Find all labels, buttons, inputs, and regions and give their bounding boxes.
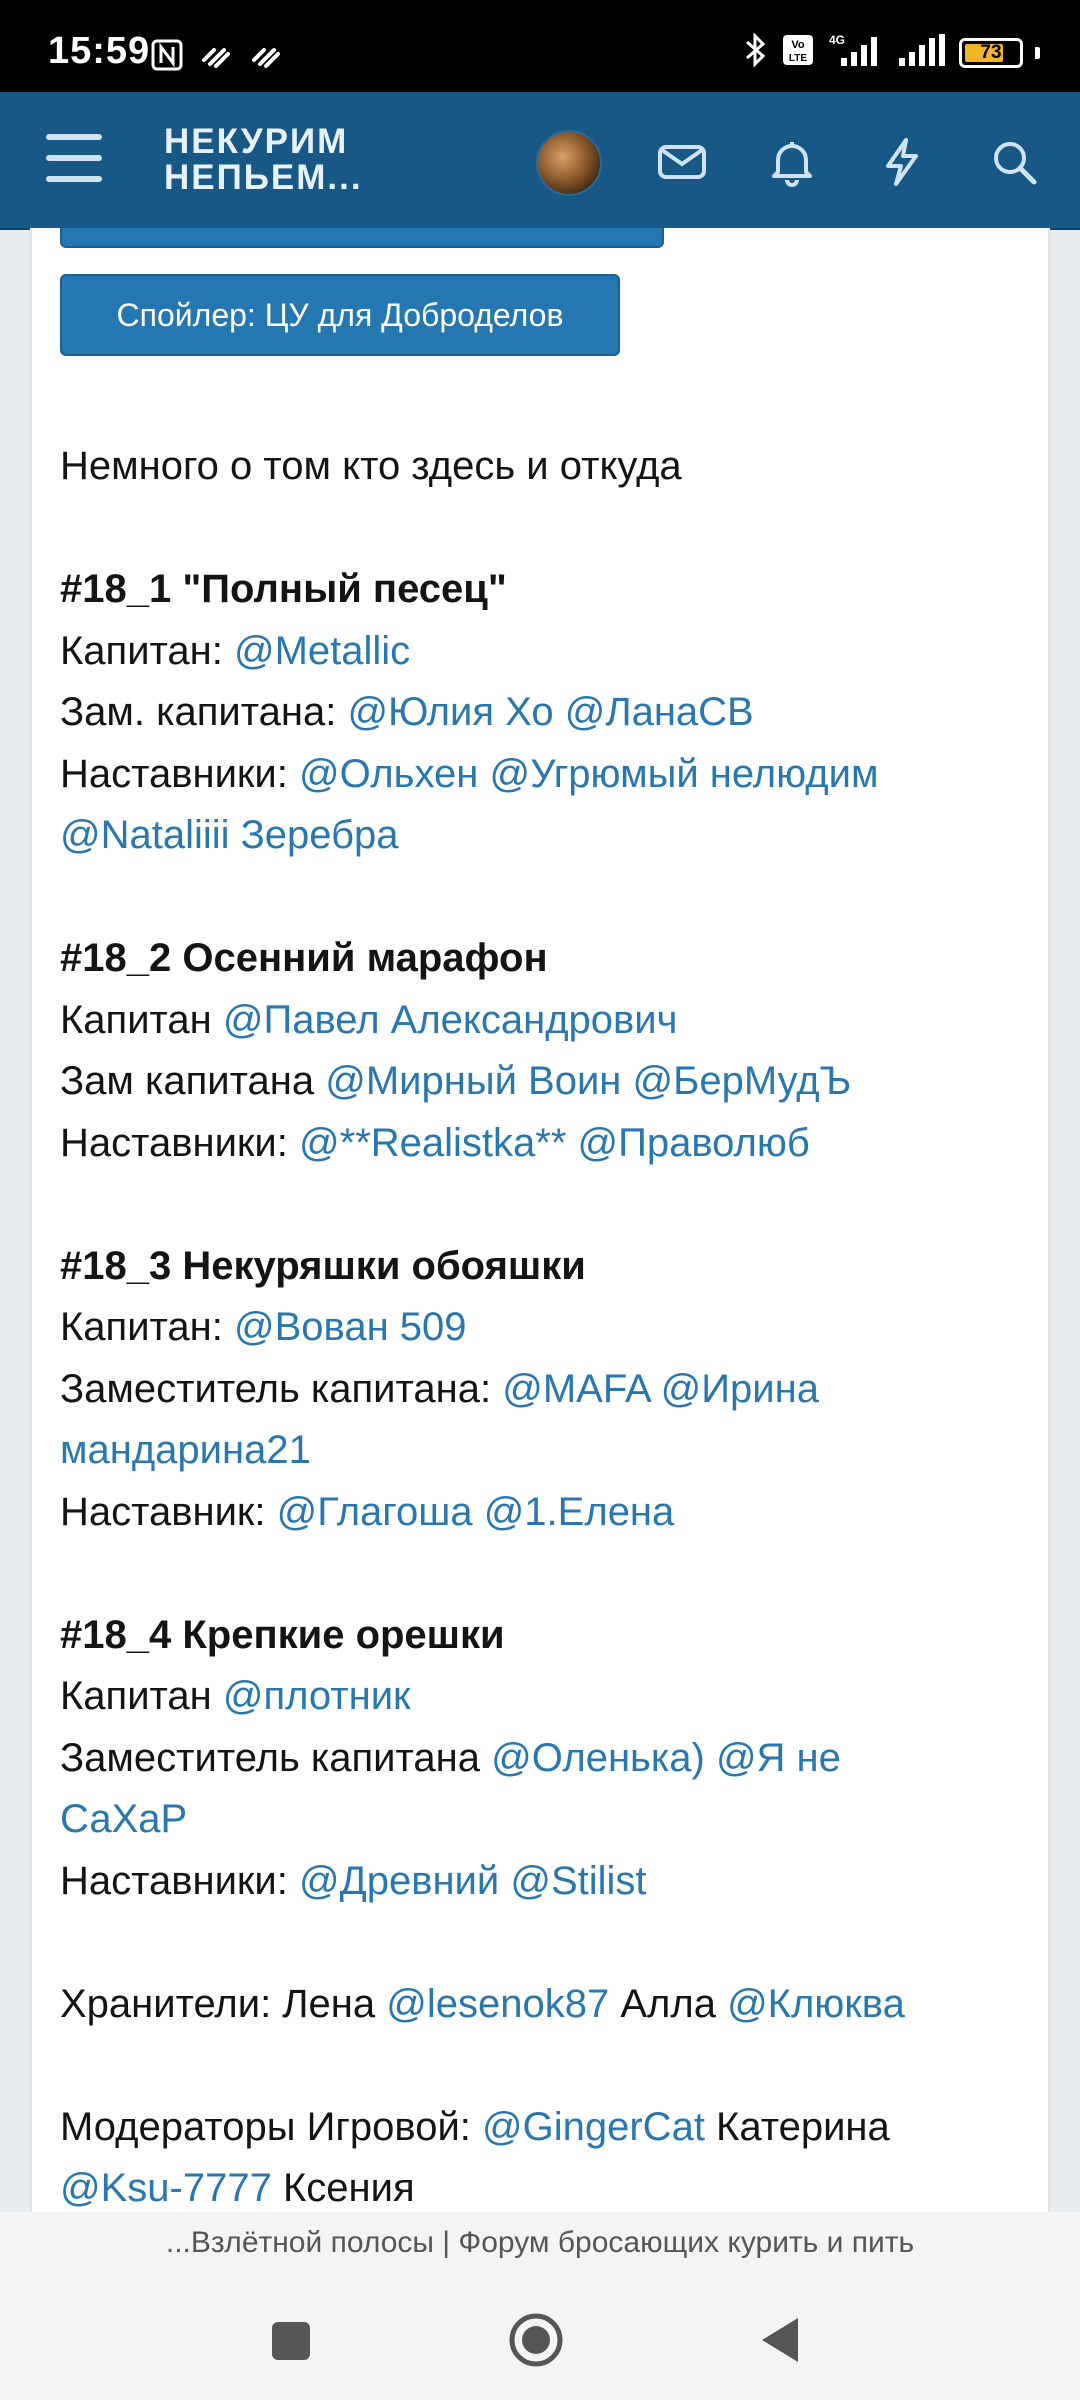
moderators-label: Модераторы Игровой: [60, 2104, 483, 2149]
moderator-name: Ксения [271, 2166, 415, 2210]
keepers-label: Хранители: Лена [60, 1981, 387, 2026]
avatar[interactable] [536, 130, 602, 196]
system-nav-bar [0, 2274, 1080, 2400]
captain-label: Капитан [60, 997, 223, 1042]
mention-link[interactable]: @lesenok87 [386, 1982, 609, 2026]
link-icon-2 [248, 38, 284, 77]
mention-link[interactable]: @Я не [716, 1736, 841, 1780]
intro-text: Немного о том кто здесь и откуда [60, 444, 682, 488]
mentors-label: Наставники: [60, 1858, 300, 1903]
recent-apps-button[interactable] [254, 2304, 326, 2376]
deputy-label: Зам капитана [60, 1059, 326, 1103]
captain-label: Капитан [60, 1674, 223, 1718]
back-button[interactable] [746, 2304, 818, 2376]
bluetooth-icon [743, 32, 769, 73]
team4-title: #18_4 Крепкие орешки [60, 1612, 505, 1657]
battery-nub [1035, 46, 1040, 59]
spoiler-button[interactable]: Спойлер: ЦУ для Доброделов [60, 274, 620, 356]
post-body: Немного о том кто здесь и откуда #18_1 "… [60, 436, 1020, 2212]
spoiler-button-previous[interactable] [60, 228, 664, 248]
team1-title: #18_1 "Полный песец" [60, 567, 507, 611]
mention-link[interactable]: @**Realistka** [299, 1121, 566, 1165]
mention-link[interactable]: @плотник [223, 1674, 411, 1718]
mentors-label: Наставники: [60, 1120, 300, 1165]
status-time: 15:59 [48, 30, 151, 72]
mention-link[interactable]: СаХаР [60, 1797, 187, 1841]
deputy-label: Зам. капитана: [60, 690, 348, 734]
team3-title: #18_3 Некуряшки обояшки [60, 1243, 586, 1288]
svg-text:LTE: LTE [789, 53, 807, 64]
status-system-icons: Vo LTE 4G 73 [743, 32, 1040, 73]
svg-text:Vo: Vo [791, 39, 805, 51]
bell-icon[interactable] [764, 134, 820, 190]
volte-icon: Vo LTE [781, 33, 815, 72]
link-icon [198, 38, 234, 77]
mention-link[interactable]: @Stilist [510, 1859, 646, 1903]
mention-link[interactable]: @Клюква [727, 1982, 905, 2026]
mention-link[interactable]: @Ирина [661, 1367, 819, 1411]
deputy-label: Заместитель капитана [60, 1735, 492, 1780]
captain-label: Капитан: [60, 1305, 234, 1349]
mention-link[interactable]: @Угрюмый нелюдим [489, 752, 878, 796]
svg-text:4G: 4G [829, 33, 845, 47]
mention-link[interactable]: @Вован 509 [234, 1305, 467, 1349]
status-notification-icons [150, 38, 284, 77]
keepers-name: Алла [609, 1981, 728, 2026]
mention-link[interactable]: @GingerCat [482, 2105, 705, 2149]
mention-link[interactable]: @ЛанаСВ [565, 690, 754, 734]
mention-link[interactable]: мандарина21 [60, 1428, 311, 1472]
status-bar: 15:59 Vo LTE 4G 73 [0, 0, 1080, 92]
nfc-icon [150, 38, 184, 77]
menu-icon[interactable] [42, 132, 106, 184]
search-icon[interactable] [986, 134, 1042, 190]
logo-line-2: НЕПЬЕМ... [164, 158, 363, 197]
deputy-label: Заместитель капитана: [60, 1366, 503, 1411]
battery-level: 73 [980, 41, 1002, 63]
post-card: Спойлер: ЦУ для Доброделов Немного о том… [30, 228, 1050, 2212]
mention-link[interactable]: @1.Елена [484, 1490, 675, 1534]
mention-link[interactable]: @Древний [299, 1859, 499, 1903]
mention-link[interactable]: @Мирный Воин [325, 1059, 621, 1103]
mention-link[interactable]: @Павел Александрович [223, 998, 678, 1042]
mention-link[interactable]: @Оленька) [491, 1736, 705, 1780]
home-button[interactable] [500, 2304, 572, 2376]
mention-link[interactable]: @Metallic [234, 629, 410, 673]
mention-link[interactable]: @Ksu-7777 [60, 2166, 272, 2210]
page-title-bar[interactable]: ...Взлётной полосы | Форум бросающих кур… [0, 2212, 1080, 2274]
mentors-label: Наставник: [60, 1489, 277, 1534]
captain-label: Капитан: [60, 628, 234, 673]
inbox-icon[interactable] [654, 134, 710, 190]
logo-line-1: НЕКУРИМ [164, 122, 349, 161]
site-logo[interactable]: НЕКУРИМ НЕПЬЕМ... [164, 124, 363, 196]
team2-title: #18_2 Осенний марафон [60, 936, 548, 980]
bolt-icon[interactable] [874, 134, 930, 190]
battery-icon: 73 [959, 37, 1023, 68]
mention-link[interactable]: @Юлия Хо [347, 690, 553, 734]
moderator-name: Катерина [704, 2104, 890, 2149]
mention-link[interactable]: @БерМудЪ [633, 1059, 852, 1103]
site-header: НЕКУРИМ НЕПЬЕМ... [0, 92, 1080, 230]
mention-link[interactable]: @MAFA [502, 1367, 649, 1411]
mentors-label: Наставники: [60, 751, 300, 796]
mention-link[interactable]: @Nataliiii Зеребра [60, 813, 399, 857]
mention-link[interactable]: @Праволюб [578, 1121, 810, 1165]
mention-link[interactable]: @Ольхен [299, 752, 478, 796]
mention-link[interactable]: @Глагоша [277, 1490, 473, 1534]
signal-icon [897, 32, 947, 73]
signal-4g-icon: 4G [827, 32, 885, 73]
